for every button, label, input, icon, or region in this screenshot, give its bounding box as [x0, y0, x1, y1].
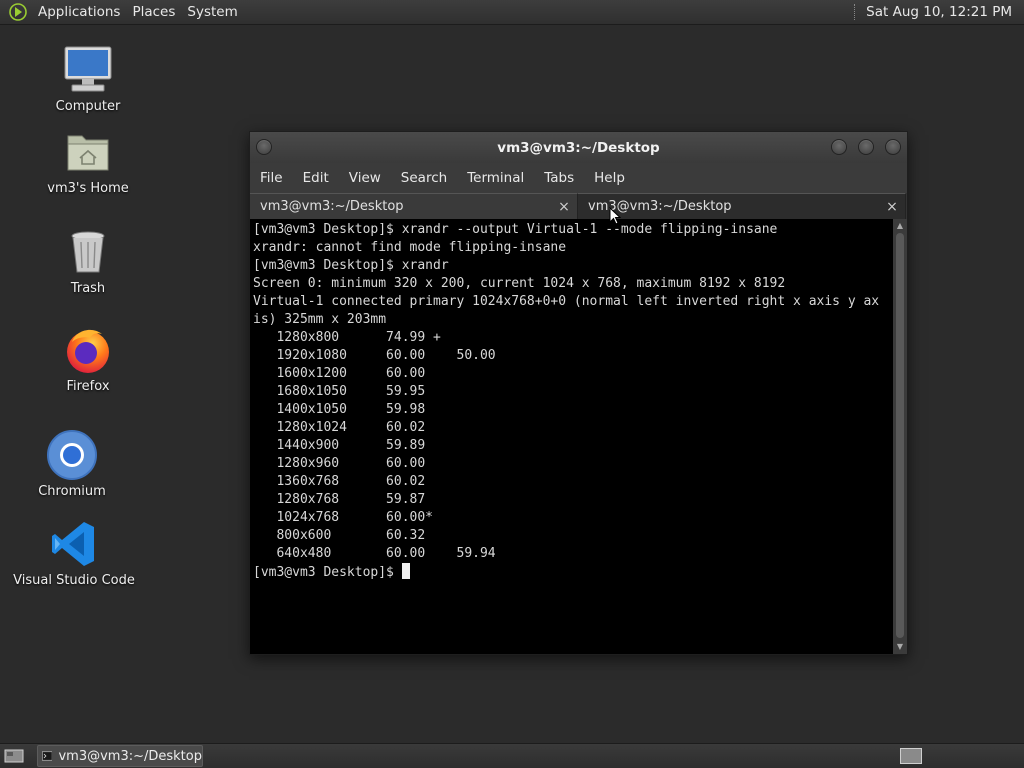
desktop-icon-label: Visual Studio Code: [13, 573, 135, 588]
terminal-output[interactable]: [vm3@vm3 Desktop]$ xrandr --output Virtu…: [250, 219, 893, 654]
tab-2[interactable]: vm3@vm3:~/Desktop ×: [578, 193, 906, 219]
terminal-icon: [42, 751, 53, 761]
computer-icon: [62, 44, 114, 96]
scroll-down-icon[interactable]: ▼: [896, 643, 904, 651]
tab-close-icon[interactable]: ×: [557, 194, 571, 220]
chromium-icon: [46, 429, 98, 481]
terminal-line: 1600x1200 60.00: [253, 366, 426, 381]
desktop-icon-label: vm3's Home: [47, 181, 129, 196]
workspace-switcher[interactable]: [900, 748, 922, 764]
desktop-icon-computer[interactable]: Computer: [28, 44, 148, 114]
terminal-line: 1280x960 60.00: [253, 456, 426, 471]
desktop-icon-firefox[interactable]: Firefox: [28, 324, 148, 394]
top-panel: Applications Places System Sat Aug 10, 1…: [0, 0, 1024, 25]
scrollbar-thumb[interactable]: [896, 233, 904, 638]
desktop-icon-label: Chromium: [38, 484, 106, 499]
trash-icon: [62, 226, 114, 278]
desktop-icon-chromium[interactable]: Chromium: [12, 429, 132, 499]
terminal-line: Virtual-1 connected primary 1024x768+0+0…: [253, 294, 880, 309]
menu-search[interactable]: Search: [391, 170, 457, 186]
vscode-icon: [48, 518, 100, 570]
menu-tabs[interactable]: Tabs: [534, 170, 584, 186]
taskbar-item-terminal[interactable]: vm3@vm3:~/Desktop: [37, 745, 203, 767]
terminal-line: 1920x1080 60.00 50.00: [253, 348, 496, 363]
desktop-icon-label: Computer: [55, 99, 121, 114]
text-cursor: [401, 563, 410, 579]
close-button[interactable]: [885, 139, 901, 155]
terminal-window: vm3@vm3:~/Desktop File Edit View Search …: [249, 131, 908, 655]
terminal-line: 640x480 60.00 59.94: [253, 546, 496, 561]
tab-1[interactable]: vm3@vm3:~/Desktop ×: [250, 193, 578, 219]
menu-file[interactable]: File: [250, 170, 293, 186]
desktop-icon-trash[interactable]: Trash: [28, 226, 148, 296]
clock[interactable]: Sat Aug 10, 12:21 PM: [866, 4, 1024, 20]
system-menu[interactable]: System: [181, 0, 243, 25]
tab-bar: vm3@vm3:~/Desktop × vm3@vm3:~/Desktop ×: [250, 193, 907, 219]
terminal-line: [vm3@vm3 Desktop]$ xrandr: [253, 258, 449, 273]
tab-close-icon[interactable]: ×: [885, 194, 899, 220]
tab-label: vm3@vm3:~/Desktop: [260, 199, 404, 214]
terminal-scrollbar[interactable]: ▲ ▼: [893, 219, 907, 654]
desktop-icon-home[interactable]: vm3's Home: [28, 126, 148, 196]
home-folder-icon: [62, 126, 114, 178]
desktop-icon-label: Trash: [70, 281, 106, 296]
bottom-panel: vm3@vm3:~/Desktop: [0, 743, 1024, 768]
terminal-line: 1440x900 59.89: [253, 438, 426, 453]
terminal-prompt: [vm3@vm3 Desktop]$: [253, 565, 402, 580]
terminal-line: 1024x768 60.00*: [253, 510, 434, 525]
menubar: File Edit View Search Terminal Tabs Help: [250, 163, 907, 193]
desktop-icon-label: Firefox: [66, 379, 110, 394]
terminal-line: xrandr: cannot find mode flipping-insane: [253, 240, 567, 255]
window-titlebar[interactable]: vm3@vm3:~/Desktop: [250, 132, 907, 163]
firefox-icon: [62, 324, 114, 376]
scroll-up-icon[interactable]: ▲: [896, 222, 904, 230]
distro-logo-icon[interactable]: [8, 2, 28, 22]
menu-view[interactable]: View: [339, 170, 391, 186]
terminal-prompt-line: [vm3@vm3 Desktop]$: [253, 563, 893, 581]
terminal-line: 1680x1050 59.95: [253, 384, 426, 399]
places-menu[interactable]: Places: [126, 0, 181, 25]
show-desktop-icon[interactable]: [3, 747, 25, 765]
mouse-pointer-icon: [609, 206, 622, 225]
applications-menu[interactable]: Applications: [32, 0, 126, 25]
menu-help[interactable]: Help: [584, 170, 635, 186]
terminal-line: [vm3@vm3 Desktop]$ xrandr --output Virtu…: [253, 222, 778, 237]
terminal-line: is) 325mm x 203mm: [253, 312, 387, 327]
terminal-line: 1280x1024 60.02: [253, 420, 426, 435]
panel-separator: [854, 4, 856, 20]
menu-edit[interactable]: Edit: [293, 170, 339, 186]
maximize-button[interactable]: [858, 139, 874, 155]
terminal-line: 800x600 60.32: [253, 528, 426, 543]
window-title: vm3@vm3:~/Desktop: [497, 139, 660, 156]
terminal-line: 1360x768 60.02: [253, 474, 426, 489]
terminal-line: 1280x768 59.87: [253, 492, 426, 507]
terminal-line: Screen 0: minimum 320 x 200, current 102…: [253, 276, 786, 291]
window-menu-button[interactable]: [256, 139, 272, 155]
terminal-line: 1400x1050 59.98: [253, 402, 426, 417]
menu-terminal[interactable]: Terminal: [457, 170, 534, 186]
terminal-line: 1280x800 74.99 +: [253, 330, 441, 345]
taskbar-item-label: vm3@vm3:~/Desktop: [58, 748, 202, 764]
desktop-icon-vscode[interactable]: Visual Studio Code: [13, 518, 135, 588]
minimize-button[interactable]: [831, 139, 847, 155]
